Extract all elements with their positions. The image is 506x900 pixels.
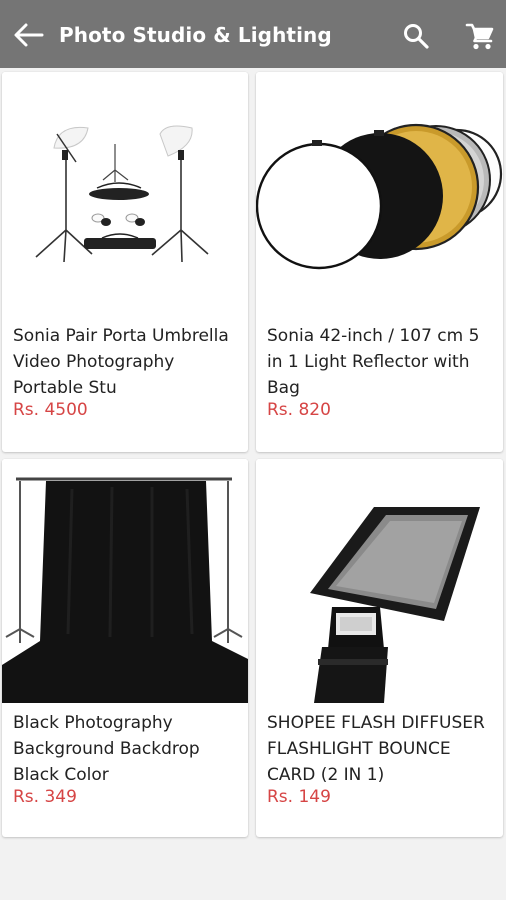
product-image: [2, 72, 248, 316]
product-card[interactable]: Sonia Pair Porta Umbrella Video Photogra…: [2, 72, 248, 452]
product-name: Sonia 42-inch / 107 cm 5 in 1 Light Refl…: [267, 326, 480, 398]
product-image: [2, 459, 248, 703]
arrow-left-icon[interactable]: [12, 20, 44, 50]
product-name: Black Photography Background Backdrop Bl…: [13, 713, 200, 785]
product-price: Rs. 149: [267, 787, 331, 807]
product-card[interactable]: Black Photography Background Backdrop Bl…: [2, 459, 248, 837]
search-icon[interactable]: [402, 22, 430, 50]
product-grid: Sonia Pair Porta Umbrella Video Photogra…: [0, 68, 506, 900]
product-price: Rs. 349: [13, 787, 77, 807]
product-image: [256, 72, 503, 316]
product-price: Rs. 820: [267, 400, 331, 420]
product-card[interactable]: SHOPEE FLASH DIFFUSER FLASHLIGHT BOUNCE …: [256, 459, 503, 837]
product-name: Sonia Pair Porta Umbrella Video Photogra…: [13, 326, 229, 398]
product-price: Rs. 4500: [13, 400, 88, 420]
product-card[interactable]: Sonia 42-inch / 107 cm 5 in 1 Light Refl…: [256, 72, 503, 452]
page-title: Photo Studio & Lighting: [59, 23, 332, 47]
product-image: [256, 459, 503, 703]
shopping-cart-icon[interactable]: [465, 22, 495, 50]
product-name: SHOPEE FLASH DIFFUSER FLASHLIGHT BOUNCE …: [267, 713, 485, 785]
app-bar: Photo Studio & Lighting: [0, 0, 506, 68]
